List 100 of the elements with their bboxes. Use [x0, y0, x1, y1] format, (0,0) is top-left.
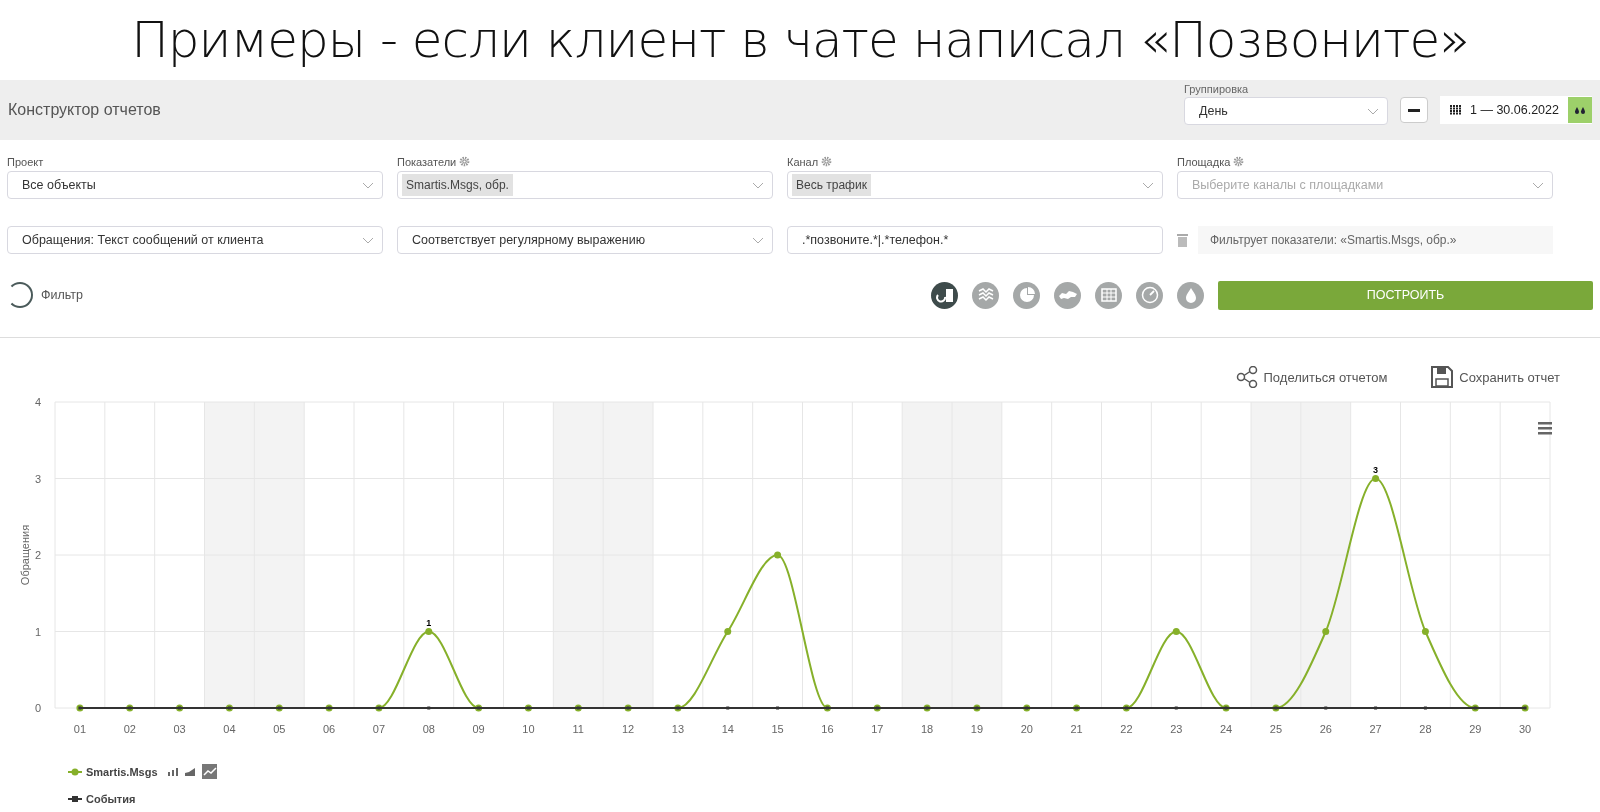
- chevron-icon: [1367, 107, 1379, 115]
- save-link[interactable]: Сохранить отчет: [1431, 364, 1560, 390]
- x-tick-label: 25: [1269, 723, 1283, 735]
- wave-layers-icon: [977, 288, 994, 302]
- chevron-icon: [1142, 181, 1154, 189]
- x-tick-label: 18: [920, 723, 934, 735]
- y-axis-title: Обращения: [19, 524, 31, 586]
- map-icon: [1057, 289, 1078, 301]
- data-point: [1322, 628, 1330, 635]
- x-tick-label: 15: [771, 723, 784, 735]
- x-tick-label: 24: [1219, 723, 1233, 735]
- x-tick-label: 19: [970, 723, 984, 735]
- x-tick-label: 07: [372, 723, 386, 735]
- selected-tag: Smartis.Msgs, обр.: [402, 174, 513, 196]
- field-label: Проект: [7, 155, 44, 168]
- gauge-icon: [1140, 286, 1159, 304]
- x-tick-label: 05: [273, 723, 286, 735]
- data-label: 1: [426, 617, 432, 628]
- x-tick-label: 01: [73, 723, 87, 735]
- y-tick-label: 4: [34, 396, 41, 408]
- x-tick-label: 21: [1070, 723, 1083, 735]
- chevron-icon: [1532, 181, 1544, 189]
- date-range-field[interactable]: 1 — 30.06.2022: [1440, 96, 1592, 124]
- x-tick-label: 11: [572, 723, 584, 735]
- data-point: [1172, 628, 1180, 635]
- x-tick-label: 16: [821, 723, 834, 735]
- chevron-icon: [752, 236, 764, 244]
- table-icon: [1100, 288, 1117, 302]
- filter-note: Фильтрует показатели: «Smartis.Msgs, обр.»: [1198, 226, 1553, 254]
- gear-icon[interactable]: [821, 156, 833, 167]
- slide-headline: Примеры - если клиент в чате написал «Позвоните»: [130, 10, 1470, 71]
- field-label: Группировка: [1184, 83, 1250, 95]
- y-tick-label: 1: [34, 625, 41, 638]
- operator-select[interactable]: Соответствует регулярному выражению: [397, 226, 773, 254]
- x-tick-label: 26: [1319, 723, 1332, 735]
- x-tick-label: 22: [1120, 723, 1133, 735]
- chevron-icon: [362, 236, 374, 244]
- page-title: Конструктор отчетов: [8, 101, 162, 119]
- y-tick-label: 3: [34, 472, 41, 485]
- data-point: [1324, 706, 1328, 710]
- data-point: [726, 706, 730, 710]
- x-tick-label: 02: [123, 723, 136, 735]
- legend-line-dot-icon: [68, 767, 82, 776]
- date-range: 1 — 30.06.2022: [1470, 103, 1559, 117]
- x-tick-label: 04: [223, 723, 236, 735]
- calendar-grid-icon: [1450, 105, 1462, 115]
- filter-select[interactable]: Smartis.Msgs, обр.: [397, 171, 773, 199]
- combo-chart-icon: [935, 287, 954, 303]
- data-point: [1372, 475, 1380, 482]
- x-tick-label: 17: [871, 723, 884, 735]
- selected-tag: Весь трафик: [792, 174, 871, 196]
- data-point: [427, 706, 431, 710]
- regex-input[interactable]: .*позвоните.*|.*телефон.*: [787, 226, 1163, 254]
- gear-icon[interactable]: [459, 156, 471, 167]
- filter-label: Фильтр: [41, 288, 83, 302]
- x-tick-label: 29: [1469, 723, 1482, 735]
- data-point: [724, 628, 732, 635]
- share-icon: [1235, 366, 1258, 388]
- line-chart-icon[interactable]: [201, 764, 217, 779]
- compare-button[interactable]: [1568, 97, 1592, 123]
- filter-select[interactable]: Весь трафик: [787, 171, 1163, 199]
- y-tick-label: 2: [34, 549, 41, 561]
- x-tick-label: 13: [671, 723, 685, 735]
- drop-icon: [1184, 287, 1197, 303]
- grouping-select[interactable]: День: [1184, 97, 1388, 125]
- x-tick-label: 27: [1369, 723, 1382, 735]
- area-chart-icon[interactable]: [184, 767, 195, 776]
- filter-select[interactable]: Все объекты: [7, 171, 383, 199]
- data-point: [1423, 706, 1427, 710]
- chart-type-button[interactable]: [931, 281, 958, 309]
- field-label: Площадка: [1177, 155, 1231, 168]
- data-point: [774, 551, 782, 559]
- bar-chart-icon[interactable]: [167, 767, 178, 776]
- share-link[interactable]: Поделиться отчетом: [1235, 364, 1388, 390]
- pie-chart-icon: [1018, 287, 1035, 303]
- x-tick-label: 20: [1020, 723, 1033, 735]
- drops-icon: [1574, 105, 1586, 115]
- menu-icon[interactable]: [1538, 422, 1552, 435]
- x-tick-label: 03: [173, 723, 186, 735]
- x-tick-label: 30: [1518, 723, 1532, 735]
- field-label: Канал: [787, 155, 819, 168]
- field-label: Показатели: [397, 155, 457, 168]
- data-point: [1374, 706, 1378, 710]
- data-point: [776, 706, 780, 710]
- x-tick-label: 28: [1419, 723, 1432, 735]
- chevron-icon: [362, 181, 374, 189]
- field-select[interactable]: Обращения: Текст сообщений от клиента: [7, 226, 383, 254]
- legend-item[interactable]: События: [68, 793, 1600, 805]
- x-tick-label: 14: [721, 723, 734, 735]
- dots-icon: [1408, 108, 1420, 112]
- data-point: [1174, 706, 1178, 710]
- more-button[interactable]: [1400, 97, 1428, 123]
- gear-icon[interactable]: [1233, 156, 1245, 167]
- data-point: [425, 628, 433, 635]
- x-tick-label: 10: [522, 723, 535, 735]
- trash-icon[interactable]: [1177, 233, 1188, 247]
- x-tick-label: 09: [472, 723, 485, 735]
- legend-item[interactable]: Smartis.Msgs: [68, 764, 1600, 779]
- x-tick-label: 12: [621, 723, 635, 735]
- x-tick-label: 23: [1170, 723, 1183, 735]
